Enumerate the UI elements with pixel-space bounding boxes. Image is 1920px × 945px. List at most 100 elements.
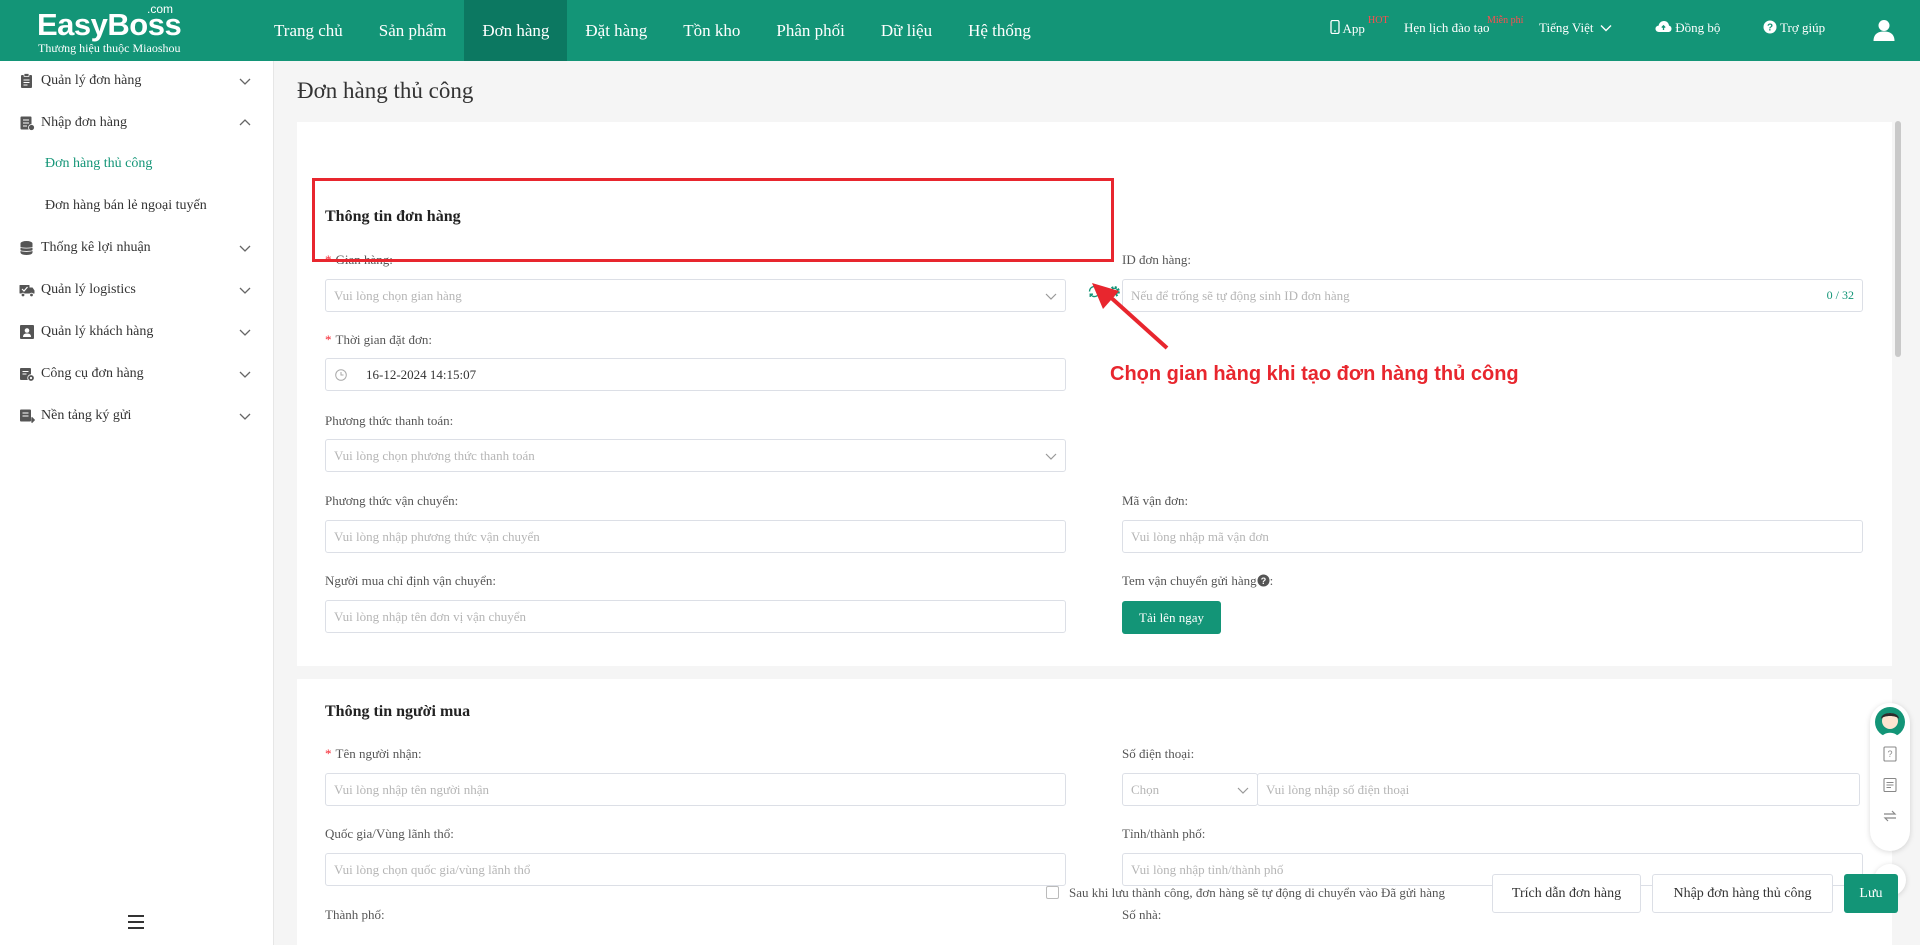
sidebar-item-profit-stats[interactable]: Thống kê lợi nhuận xyxy=(0,229,274,269)
sidebar-item-label: Thống kê lợi nhuận xyxy=(41,240,151,255)
nav-system[interactable]: Hệ thống xyxy=(950,0,1049,61)
question-doc-icon[interactable]: ? xyxy=(1882,746,1898,762)
sync-label: Đồng bộ xyxy=(1675,20,1721,35)
order-id-counter: 0 / 32 xyxy=(1826,288,1854,302)
nav-inventory[interactable]: Tồn kho xyxy=(665,0,758,61)
country-label: Quốc gia/Vùng lãnh thổ: xyxy=(325,826,454,841)
annotation-text: Chọn gian hàng khi tạo đơn hàng thủ công xyxy=(1110,363,1519,385)
phone-label: Số điện thoại: xyxy=(1122,746,1195,761)
sidebar-item-label: Quản lý logistics xyxy=(41,282,136,297)
store-select[interactable]: Vui lòng chọn gian hàng xyxy=(325,279,1066,312)
sidebar-item-label: Nền tảng ký gửi xyxy=(41,408,132,423)
language-select[interactable]: Tiếng Việt xyxy=(1539,20,1612,36)
main-content: Đơn hàng thủ công Thông tin đơn hàng * Gi… xyxy=(275,61,1920,945)
clipboard-icon xyxy=(21,73,32,88)
nav-purchase[interactable]: Đặt hàng xyxy=(567,0,665,61)
tracking-label: Mã vận đơn: xyxy=(1122,493,1189,508)
assistant-avatar-icon[interactable] xyxy=(1874,706,1906,738)
nav-products[interactable]: Sản phẩm xyxy=(361,0,465,61)
tracking-input[interactable]: Vui lòng nhập mã vận đơn xyxy=(1122,520,1863,553)
sidebar-item-label: Nhập đơn hàng xyxy=(41,115,127,130)
annotation-highlight-box xyxy=(312,178,1114,262)
order-import-icon xyxy=(20,116,35,131)
sync-button[interactable]: Đồng bộ xyxy=(1655,20,1720,36)
sidebar-item-label: Quản lý đơn hàng xyxy=(41,73,142,88)
cloud-upload-icon xyxy=(1655,21,1672,32)
quote-order-button[interactable]: Trích dẫn đơn hàng xyxy=(1492,874,1641,913)
sidebar-sub-manual-order[interactable]: Đơn hàng thủ công xyxy=(0,145,274,185)
shipping-placeholder: Vui lòng nhập phương thức vận chuyển xyxy=(334,529,540,544)
phone-code-select[interactable]: Chọn xyxy=(1122,773,1258,806)
clock-icon xyxy=(335,369,347,381)
shipping-label: Phương thức vận chuyển: xyxy=(325,493,459,508)
page-title: Đơn hàng thủ công xyxy=(297,78,474,103)
chevron-down-icon xyxy=(239,245,251,252)
user-avatar-icon[interactable] xyxy=(1872,18,1896,42)
phone-input[interactable]: Vui lòng nhập số điện thoại xyxy=(1257,773,1860,806)
store-placeholder: Vui lòng chọn gian hàng xyxy=(334,288,462,303)
database-icon xyxy=(20,241,33,255)
mobile-icon xyxy=(1330,19,1340,35)
payment-select[interactable]: Vui lòng chọn phương thức thanh toán xyxy=(325,439,1066,472)
auto-move-checkbox[interactable] xyxy=(1046,886,1059,899)
help-icon[interactable]: ? xyxy=(1257,574,1270,587)
province-label: Tỉnh/thành phố: xyxy=(1122,826,1206,841)
order-id-input[interactable]: Nếu để trống sẽ tự động sinh ID đơn hàng… xyxy=(1122,279,1863,312)
order-id-label: ID đơn hàng: xyxy=(1122,252,1191,267)
logo[interactable]: .com EasyBoss Thương hiệu thuộc Miaoshou xyxy=(37,2,207,58)
svg-text:?: ? xyxy=(1887,749,1892,759)
buyer-info-title: Thông tin người mua xyxy=(325,703,471,720)
tracking-placeholder: Vui lòng nhập mã vận đơn xyxy=(1131,529,1269,544)
chevron-down-icon xyxy=(239,287,251,294)
menu-collapse-icon[interactable] xyxy=(127,914,145,930)
help-icon: ? xyxy=(1763,20,1777,34)
exchange-icon[interactable] xyxy=(1882,808,1898,824)
truck-icon xyxy=(19,285,35,298)
payment-label: Phương thức thanh toán: xyxy=(325,413,454,428)
sidebar-sub-label: Đơn hàng thủ công xyxy=(45,156,153,171)
sidebar-item-consignment[interactable]: Nền tảng ký gửi xyxy=(0,397,274,437)
carrier-input[interactable]: Vui lòng nhập tên đơn vị vận chuyển xyxy=(325,600,1066,633)
chevron-down-icon xyxy=(239,329,251,336)
training-link[interactable]: Hẹn lịch đào tạo Miễn phí xyxy=(1404,15,1523,36)
document-icon[interactable] xyxy=(1882,777,1898,793)
order-time-picker[interactable]: 16-12-2024 14:15:07 xyxy=(325,358,1066,391)
svg-text:?: ? xyxy=(1767,23,1773,34)
main-scrollbar[interactable] xyxy=(1895,121,1901,357)
sidebar: Quản lý đơn hàng Nhập đơn hàng Đơn hàng … xyxy=(0,61,274,945)
sidebar-item-customers[interactable]: Quản lý khách hàng xyxy=(0,313,274,353)
sidebar-sub-offline-retail[interactable]: Đơn hàng bán lẻ ngoại tuyến xyxy=(0,187,274,227)
app-link[interactable]: App HOT xyxy=(1330,15,1389,37)
language-label: Tiếng Việt xyxy=(1539,20,1594,35)
nav-data[interactable]: Dữ liệu xyxy=(863,0,950,61)
sidebar-item-order-import[interactable]: Nhập đơn hàng xyxy=(0,104,274,144)
country-select[interactable]: Vui lòng chọn quốc gia/vùng lãnh thổ xyxy=(325,853,1066,886)
chevron-down-icon xyxy=(239,413,251,420)
carrier-label: Người mua chỉ định vận chuyển: xyxy=(325,573,496,588)
sidebar-item-logistics[interactable]: Quản lý logistics xyxy=(0,271,274,311)
auto-move-label: Sau khi lưu thành công, đơn hàng sẽ tự đ… xyxy=(1069,885,1446,900)
chevron-down-icon xyxy=(239,371,251,378)
sidebar-item-order-management[interactable]: Quản lý đơn hàng xyxy=(0,62,274,102)
shipping-label-upload-label: Tem vận chuyển gửi hàng?: xyxy=(1122,573,1274,588)
nav-home[interactable]: Trang chủ xyxy=(256,0,361,61)
shipping-input[interactable]: Vui lòng nhập phương thức vận chuyển xyxy=(325,520,1066,553)
top-header: .com EasyBoss Thương hiệu thuộc Miaoshou… xyxy=(0,0,1920,61)
recipient-input[interactable]: Vui lòng nhập tên người nhận xyxy=(325,773,1066,806)
nav-distribution[interactable]: Phân phối xyxy=(758,0,862,61)
sidebar-item-order-tools[interactable]: Công cụ đơn hàng xyxy=(0,355,274,395)
chevron-down-icon xyxy=(1237,787,1249,794)
phone-code-placeholder: Chọn xyxy=(1131,782,1160,797)
help-button[interactable]: ? Trợ giúp xyxy=(1763,20,1825,36)
nav-orders[interactable]: Đơn hàng xyxy=(464,0,568,61)
save-button[interactable]: Lưu xyxy=(1844,874,1898,913)
carrier-placeholder: Vui lòng nhập tên đơn vị vận chuyển xyxy=(334,609,527,624)
city-label: Thành phố: xyxy=(325,907,385,922)
chevron-down-icon xyxy=(1600,25,1612,32)
chevron-down-icon xyxy=(1045,453,1057,460)
sidebar-sub-label: Đơn hàng bán lẻ ngoại tuyến xyxy=(45,198,207,213)
order-time-value: 16-12-2024 14:15:07 xyxy=(366,367,477,382)
import-manual-order-button[interactable]: Nhập đơn hàng thủ công xyxy=(1652,874,1833,913)
upload-now-button[interactable]: Tải lên ngay xyxy=(1122,601,1221,634)
hot-badge: HOT xyxy=(1368,15,1389,26)
